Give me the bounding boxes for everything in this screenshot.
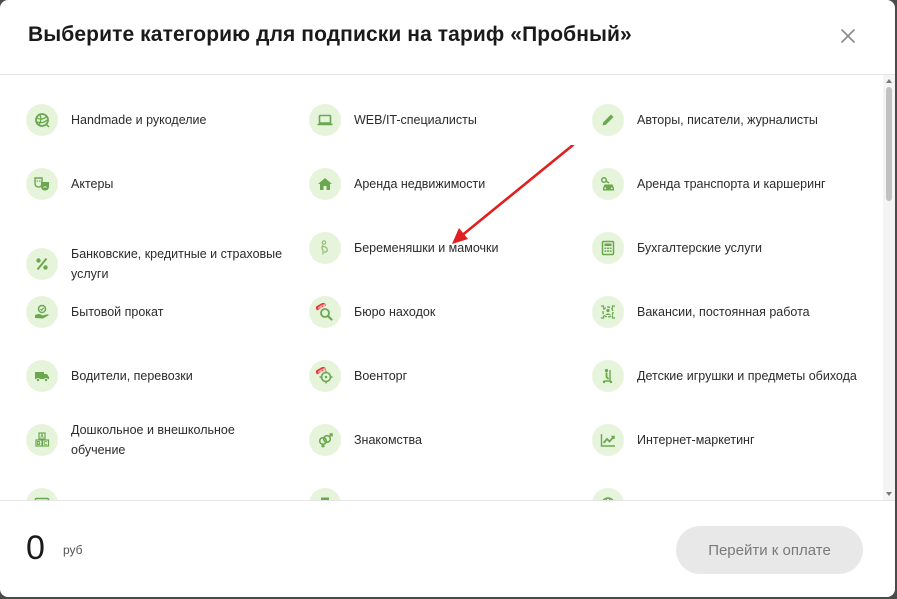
modal-title: Выберите категорию для подписки на тариф… <box>28 23 632 46</box>
currency-label: руб <box>63 543 83 557</box>
category-label: Актеры <box>71 177 114 191</box>
chart-line-icon <box>592 424 624 456</box>
abc-blocks-icon <box>26 424 58 456</box>
category-item[interactable]: Интернет-маркетинг <box>592 424 875 456</box>
category-label: Водители, перевозки <box>71 369 193 383</box>
category-item[interactable]: Банковские, кредитные и страховые услуги <box>26 247 309 281</box>
laptop-icon <box>309 104 341 136</box>
close-icon[interactable] <box>836 24 860 48</box>
category-item[interactable]: Беременяшки и мамочки <box>309 232 592 264</box>
modal-header: Выберите категорию для подписки на тариф… <box>0 0 895 75</box>
category-label: WEB/IT-специалисты <box>354 113 477 127</box>
globe-icon <box>592 488 624 500</box>
category-label: Бытовой прокат <box>71 305 164 319</box>
recruit-icon <box>592 296 624 328</box>
category-item[interactable]: Детские игрушки и предметы обихода <box>592 360 875 392</box>
category-label: Знакомства <box>354 433 422 447</box>
category-item[interactable]: NEW Бюро находок <box>309 296 592 328</box>
category-label: Банковские, кредитные и страховые услуги <box>71 247 283 281</box>
category-item[interactable]: Бухгалтерские услуги <box>592 232 875 264</box>
category-item[interactable]: Бытовой прокат <box>26 296 309 328</box>
pencil-icon <box>592 104 624 136</box>
category-item[interactable]: NEW Военторг <box>309 360 592 392</box>
category-label: Бюро находок <box>354 305 436 319</box>
gender-icon <box>309 424 341 456</box>
truck-icon <box>26 360 58 392</box>
theater-masks-icon <box>26 168 58 200</box>
subscription-modal: Выберите категорию для подписки на тариф… <box>0 0 895 597</box>
category-item[interactable]: Handmade и рукоделие <box>26 104 309 136</box>
house-icon <box>309 168 341 200</box>
crosshair-new-icon: NEW <box>309 360 341 392</box>
category-item[interactable]: Знакомства <box>309 424 592 456</box>
monitor-icon <box>26 488 58 500</box>
modal-footer: 0 руб Перейти к оплате <box>0 500 895 597</box>
category-label: Дошкольное и внешкольное обучение <box>71 423 235 457</box>
category-list[interactable]: Handmade и рукоделие WEB/IT-специалисты … <box>0 75 882 500</box>
category-item[interactable]: WEB/IT-специалисты <box>309 104 592 136</box>
pregnant-icon <box>309 232 341 264</box>
category-label: Аренда транспорта и каршеринг <box>637 177 826 191</box>
percent-icon <box>26 248 58 280</box>
calculator-icon <box>592 232 624 264</box>
category-label: Интернет-маркетинг <box>637 433 755 447</box>
scooter-icon <box>592 360 624 392</box>
category-item[interactable]: Аренда недвижимости <box>309 168 592 200</box>
printer-icon <box>309 488 341 500</box>
category-label: Аренда недвижимости <box>354 177 486 191</box>
hand-coin-icon <box>26 296 58 328</box>
total-price: 0 <box>26 529 45 567</box>
category-grid: Handmade и рукоделие WEB/IT-специалисты … <box>26 104 875 500</box>
category-label: Вакансии, постоянная работа <box>637 305 810 319</box>
scroll-down-arrow-icon[interactable] <box>886 492 892 496</box>
category-item[interactable]: Водители, перевозки <box>26 360 309 392</box>
category-item[interactable]: Актеры <box>26 168 309 200</box>
scrollbar-thumb[interactable] <box>886 87 892 201</box>
yarn-icon <box>26 104 58 136</box>
category-item[interactable] <box>26 488 309 500</box>
go-to-payment-button[interactable]: Перейти к оплате <box>676 526 863 574</box>
category-label: Авторы, писатели, журналисты <box>637 113 818 127</box>
category-label: Детские игрушки и предметы обихода <box>637 369 857 383</box>
category-label: Handmade и рукоделие <box>71 113 207 127</box>
category-item[interactable]: Дошкольное и внешкольное обучение <box>26 423 309 457</box>
category-item[interactable] <box>592 488 875 500</box>
category-item[interactable] <box>309 488 592 500</box>
category-item[interactable]: Авторы, писатели, журналисты <box>592 104 875 136</box>
magnifier-new-icon: NEW <box>309 296 341 328</box>
scroll-up-arrow-icon[interactable] <box>886 79 892 83</box>
category-item[interactable]: Вакансии, постоянная работа <box>592 296 875 328</box>
category-label: Военторг <box>354 369 408 383</box>
category-label: Бухгалтерские услуги <box>637 241 763 255</box>
category-label: Беременяшки и мамочки <box>354 241 499 255</box>
category-item[interactable]: Аренда транспорта и каршеринг <box>592 168 875 200</box>
scrollbar[interactable] <box>883 75 895 500</box>
car-key-icon <box>592 168 624 200</box>
